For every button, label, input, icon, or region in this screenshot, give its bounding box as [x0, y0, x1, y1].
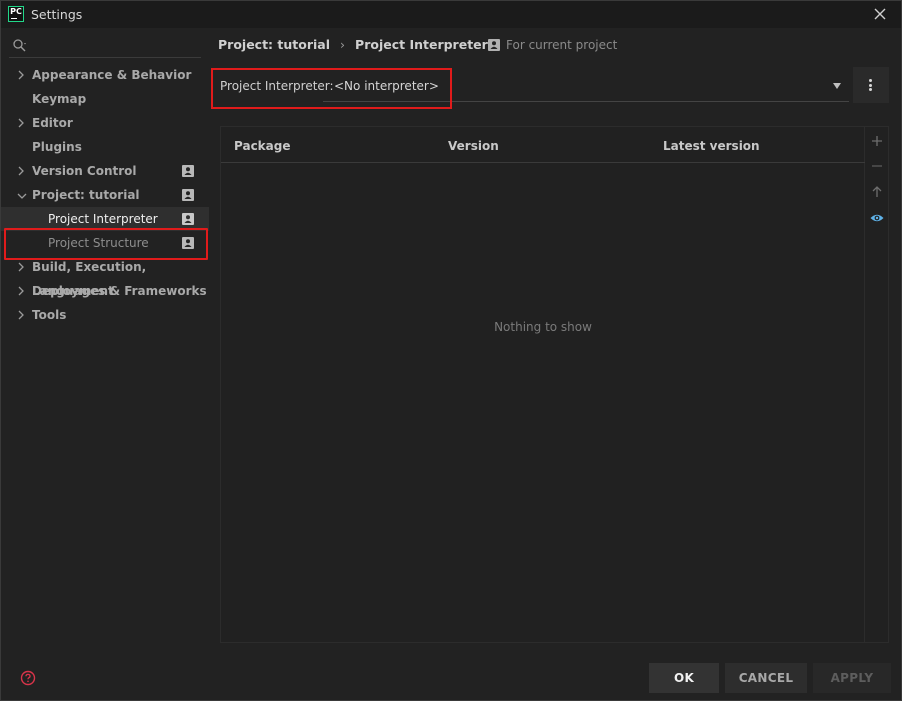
column-header-latest-version[interactable]: Latest version [663, 139, 760, 153]
scope-note: For current project [488, 38, 617, 52]
project-scope-icon [182, 213, 194, 225]
sidebar-item-plugins[interactable]: Plugins [1, 135, 209, 159]
plus-icon [872, 136, 882, 146]
breadcrumb-separator: › [340, 36, 346, 52]
remove-package-button[interactable] [869, 158, 885, 174]
sidebar-item-tools[interactable]: Tools [1, 303, 209, 327]
sidebar-item-label: Plugins [32, 140, 82, 154]
packages-table-header: Package Version Latest version [221, 127, 865, 163]
sidebar-item-project-interpreter[interactable]: Project Interpreter [1, 207, 209, 231]
settings-dialog: PC Settings Appearance & Behavior Keymap [0, 0, 902, 701]
close-button[interactable] [871, 5, 889, 23]
project-scope-icon [182, 165, 194, 177]
chevron-right-icon [16, 279, 28, 303]
chevron-right-icon [16, 303, 28, 327]
packages-table: Package Version Latest version Nothing t… [221, 127, 865, 642]
packages-panel: Package Version Latest version Nothing t… [220, 126, 889, 643]
chevron-right-icon [16, 255, 28, 279]
column-header-version[interactable]: Version [448, 139, 499, 153]
title-bar: PC Settings [1, 1, 901, 28]
interpreter-dropdown[interactable]: <No interpreter> [323, 71, 849, 102]
sidebar-item-editor[interactable]: Editor [1, 111, 209, 135]
sidebar-item-build-execution[interactable]: Build, Execution, Deployment [1, 255, 209, 298]
close-icon [874, 8, 886, 20]
cancel-button[interactable]: CANCEL [725, 663, 807, 693]
apply-button[interactable]: APPLY [813, 663, 891, 693]
pycharm-logo-icon: PC [8, 6, 24, 22]
sidebar-item-label: Project: tutorial [32, 188, 140, 202]
sidebar-item-label: Editor [32, 116, 73, 130]
sidebar-item-version-control[interactable]: Version Control [1, 159, 209, 183]
sidebar-item-label: Project Structure [48, 236, 149, 250]
add-package-button[interactable] [869, 133, 885, 149]
scope-note-text: For current project [506, 38, 618, 52]
sidebar-item-project-structure[interactable]: Project Structure [1, 231, 209, 255]
sidebar-item-appearance[interactable]: Appearance & Behavior [1, 63, 209, 87]
chevron-down-icon [16, 183, 28, 207]
settings-sidebar: Appearance & Behavior Keymap Editor Plug… [1, 28, 209, 700]
breadcrumb-current: Project Interpreter [355, 36, 488, 52]
sidebar-item-languages[interactable]: Languages & Frameworks [1, 279, 209, 303]
eye-icon [870, 214, 884, 222]
sidebar-item-project-tutorial[interactable]: Project: tutorial [1, 183, 209, 207]
sidebar-item-label: Project Interpreter [48, 212, 158, 226]
search-input[interactable] [9, 34, 201, 58]
interpreter-value: <No interpreter> [334, 79, 439, 93]
column-header-package[interactable]: Package [234, 139, 291, 153]
help-icon[interactable] [20, 670, 36, 686]
sidebar-item-label: Appearance & Behavior [32, 68, 192, 82]
project-scope-icon [182, 237, 194, 249]
show-latest-toggle[interactable] [869, 210, 885, 226]
search-icon [13, 39, 26, 52]
chevron-right-icon [16, 159, 28, 183]
breadcrumb-parent[interactable]: Project: tutorial [218, 37, 330, 52]
packages-toolbar [866, 127, 888, 642]
sidebar-item-label: Languages & Frameworks [32, 284, 207, 298]
window-title: Settings [31, 7, 83, 22]
sidebar-item-label: Keymap [32, 92, 87, 106]
chevron-right-icon [16, 63, 28, 87]
project-scope-icon [488, 39, 500, 51]
sidebar-item-label: Version Control [32, 164, 137, 178]
arrow-up-icon [872, 186, 882, 197]
chevron-right-icon [16, 111, 28, 135]
interpreter-label: Project Interpreter: [220, 79, 334, 93]
sidebar-item-label: Tools [32, 308, 67, 322]
breadcrumb: Project: tutorial › Project Interpreter [218, 36, 488, 52]
upgrade-package-button[interactable] [869, 184, 885, 200]
dropdown-arrow-icon [833, 83, 841, 89]
ok-button[interactable]: OK [649, 663, 719, 693]
settings-tree: Appearance & Behavior Keymap Editor Plug… [1, 63, 209, 327]
sidebar-item-keymap[interactable]: Keymap [1, 87, 209, 111]
project-scope-icon [182, 189, 194, 201]
empty-table-message: Nothing to show [494, 320, 592, 334]
interpreter-options-button[interactable] [853, 67, 889, 103]
